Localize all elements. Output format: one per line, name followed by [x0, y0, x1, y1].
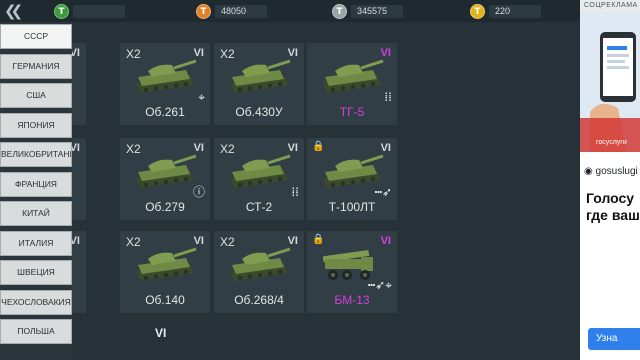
crosshair-icon: ⌖	[198, 90, 205, 104]
ad-brand-text: gosuslugi	[595, 166, 638, 177]
tank-icon	[230, 59, 291, 93]
tank-card[interactable]: X2 VI ⓘ Об.279	[120, 138, 210, 220]
currency-gold: T 220	[470, 3, 541, 19]
country-tab-japan[interactable]: ЯПОНИЯ	[0, 113, 72, 138]
currency-bar: ❮❮ T T 48050 T 345575 T 220	[0, 0, 580, 22]
ad-label: СОЦРЕКЛАМА	[580, 0, 640, 12]
currency-value: 345575	[351, 4, 403, 18]
tank-name: Т-100ЛТ	[328, 200, 376, 214]
tank-card[interactable]: X2 VI Об.430У	[214, 43, 304, 125]
country-tab-germany[interactable]: ГЕРМАНИЯ	[0, 54, 72, 79]
missile-crosshair-icon: ┅➶⌖	[367, 278, 392, 292]
ammo-icon: ⁞⁞	[291, 185, 299, 199]
coin-icon: T	[54, 3, 69, 19]
tank-name: Об.279	[145, 200, 185, 214]
tank-name: БМ-13	[334, 293, 370, 307]
coin-icon: T	[470, 3, 485, 19]
lock-icon: 🔒	[312, 234, 325, 245]
ad-brand: ◉ gosuslugi	[584, 166, 638, 177]
ad-image: госуслуги	[580, 12, 640, 152]
tank-name: Об.268/4	[234, 293, 284, 307]
coin-icon: T	[332, 3, 347, 19]
ammo-icon: ⁞⁞	[384, 90, 392, 104]
tank-name: СТ-2	[245, 200, 273, 214]
tank-card[interactable]: X2 VI Об.268/4	[214, 231, 304, 313]
country-tab-china[interactable]: КИТАЙ	[0, 201, 72, 226]
country-tab-poland[interactable]: ПОЛЬША	[0, 319, 72, 344]
tank-icon	[136, 247, 197, 281]
tank-icon	[136, 154, 197, 188]
currency-value	[73, 4, 125, 18]
tank-icon	[230, 154, 291, 188]
country-tab-czech[interactable]: ЧЕХОСЛОВАКИЯ	[0, 290, 72, 315]
tank-name: ТГ-5	[339, 105, 365, 119]
tier-label: VI	[155, 326, 167, 340]
exclamation-icon: ⓘ	[192, 185, 205, 199]
country-tab-usa[interactable]: США	[0, 83, 72, 108]
ad-cta-button[interactable]: Узна	[588, 328, 640, 350]
ad-headline-line: Голосу	[586, 190, 635, 206]
currency-value: 48050	[215, 4, 267, 18]
currency-value: 220	[489, 4, 541, 18]
country-tab-uk[interactable]: ВЕЛИКОБРИТАНИЯ	[0, 142, 72, 167]
tank-icon	[136, 59, 197, 93]
tank-card[interactable]: 🔒 VI ┅➶ Т-100ЛТ	[307, 138, 397, 220]
tank-name: Об.430У	[235, 105, 283, 119]
coin-icon: T	[196, 3, 211, 19]
tank-name: Об.140	[145, 293, 185, 307]
tank-card[interactable]: X2 VI ⌖ Об.261	[120, 43, 210, 125]
tank-card[interactable]: 🔒 VI ┅➶⌖ БМ-13	[307, 231, 397, 313]
country-tab-ussr[interactable]: СССР	[0, 24, 72, 49]
lock-icon: 🔒	[312, 141, 325, 152]
tank-card[interactable]: X2 VI ⁞⁞ СТ-2	[214, 138, 304, 220]
country-tab-france[interactable]: ФРАНЦИЯ	[0, 172, 72, 197]
country-tab-italy[interactable]: ИТАЛИЯ	[0, 231, 72, 256]
country-sidebar: СССР ГЕРМАНИЯ США ЯПОНИЯ ВЕЛИКОБРИТАНИЯ …	[0, 22, 72, 360]
tank-icon	[230, 247, 291, 281]
tank-icon	[323, 59, 384, 93]
svg-text:госуслуги: госуслуги	[596, 139, 627, 146]
tank-card[interactable]: X2 VI Об.140	[120, 231, 210, 313]
tank-card[interactable]: VI ⁞⁞ ТГ-5	[307, 43, 397, 125]
tank-name: Об.261	[145, 105, 185, 119]
back-chevron-icon[interactable]: ❮❮	[4, 2, 34, 20]
ad-headline-line: где ваш	[586, 207, 640, 223]
ad-headline: Голосу где ваш	[586, 190, 640, 224]
ad-panel[interactable]: СОЦРЕКЛАМА госуслуги ◉ gosuslugi Голосу …	[580, 0, 640, 360]
country-tab-sweden[interactable]: ШВЕЦИЯ	[0, 260, 72, 285]
missile-icon: ┅➶	[374, 185, 392, 199]
currency-xp: T 345575	[332, 3, 403, 19]
currency-silver: T 48050	[196, 3, 267, 19]
currency-free-xp: T	[54, 3, 125, 19]
